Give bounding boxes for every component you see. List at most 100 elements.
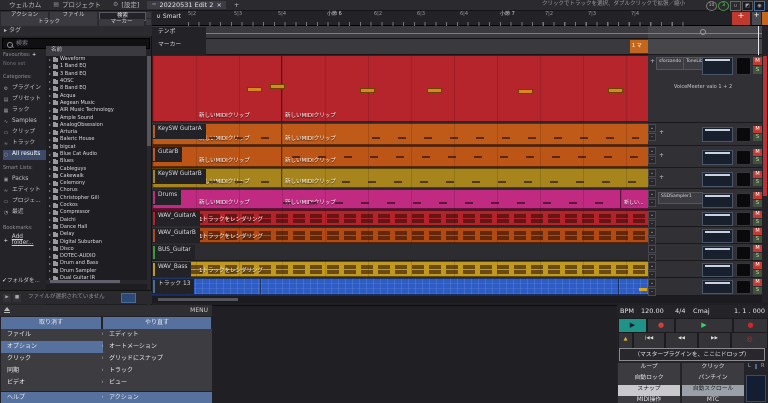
click-button[interactable]: クリック [682,363,744,374]
marker-tool-button[interactable] [762,12,768,25]
list-vscrollbar-thumb[interactable] [147,56,151,146]
volume-fader[interactable] [702,150,733,165]
solo-button[interactable]: S [753,270,762,277]
arrow-icon[interactable]: ▸ [49,72,51,76]
solo-button[interactable]: S [753,66,762,74]
empty-lane[interactable] [152,244,648,261]
track-name[interactable]: WAV_GuitarA [152,211,200,226]
arrow-icon[interactable]: ▸ [49,254,51,259]
list-item[interactable]: ▸ Arturia [46,129,147,136]
volume-fader[interactable] [702,263,733,277]
list-item[interactable]: ▸ Cableguys [46,165,147,172]
smartlist-recent[interactable]: ◔ 最近 [3,208,45,218]
mute-button[interactable]: M [753,126,762,133]
marker-badge[interactable]: 1 マ [630,40,649,53]
solo-button[interactable]: S [753,253,762,260]
list-hscrollbar-thumb[interactable] [50,280,120,283]
arrow-icon[interactable]: ▸ [49,64,51,69]
track-name[interactable]: KeySW GuitarA [152,124,206,139]
mute-button[interactable]: M [753,245,762,252]
tempo-track[interactable]: テンポ [152,26,768,42]
track-name[interactable]: WAV_Bass [152,262,192,277]
track-row[interactable]: 1トラックをレンダリング ▴ • MS WAV_GuitarB [152,227,768,245]
auto-scroll-button[interactable]: 自動スクロール [682,385,744,396]
marker-tab-button[interactable]: マーカー [99,19,144,26]
category-clips[interactable]: ▭ クリップ [3,128,45,138]
arrow-icon[interactable]: ▸ [49,152,51,157]
new-tab-button[interactable]: + [230,1,243,10]
folders-checkbox[interactable]: ✓フォルダを... [2,278,40,285]
position-display[interactable]: 1. 1 . 000 [734,308,765,315]
smartlist-projects[interactable]: ▭ プロジェ... [3,197,45,207]
mute-button[interactable]: M [753,192,762,199]
midi-clip[interactable]: 新しいMIDIクリップ新しいMIDIクリップ [152,189,622,209]
track-mini-buttons[interactable]: ▴ • [648,124,656,142]
arrow-icon[interactable]: ▸ [49,145,51,149]
bpm-value[interactable]: 120.00 [641,308,664,315]
list-item[interactable]: ▸ Chorus [46,187,147,194]
plugin-sforzando[interactable]: sforzando [656,57,686,70]
track-row[interactable]: 1トラックをレンダリング ▴ • MS WAV_Bass [152,261,768,279]
track-row[interactable]: ▴ • MS トラック 13 [152,278,768,296]
preview-stop-button[interactable]: ■ [13,294,21,302]
list-item[interactable]: ▸ Celemony [46,180,147,187]
mute-button[interactable]: M [753,211,762,218]
menu-action[interactable]: アクション▸ [103,392,217,403]
midi-clip[interactable] [260,278,620,295]
mtc-button[interactable]: MTC [682,396,744,403]
volume-fader[interactable] [702,172,733,187]
arrow-icon[interactable]: ▸ [49,123,51,127]
track-row[interactable]: 新しいMIDIクリップ新しいMIDIクリップ 新しい... ▴• SSDSamp… [152,189,768,210]
midi-note[interactable] [360,88,375,93]
resize-icon[interactable]: ◩ [742,1,753,11]
arrow-icon[interactable]: ▸ [49,159,51,164]
timeline-hscrollbar-thumb[interactable] [158,298,238,301]
arrow-icon[interactable]: ▸ [49,269,51,273]
toolbar-mini-button[interactable] [146,12,151,18]
track-name-marker[interactable]: マーカー [152,40,206,55]
list-item[interactable]: ▸ Drum and Bass [46,260,147,267]
toolbar-mini-button[interactable] [146,19,151,25]
arrow-icon[interactable]: ▸ [49,167,51,171]
close-icon[interactable]: × [216,2,221,9]
track-name[interactable]: Drums [152,190,182,205]
mute-button[interactable]: M [753,262,762,269]
track-row[interactable]: ▴ • MS BUS_Guitar [152,244,768,262]
menu-view[interactable]: ビュー▸ [103,377,217,391]
arrow-icon[interactable]: ▸ [49,130,51,135]
track-row[interactable]: 新しいMIDIクリップ 新しいMIDIクリップ + sforzando Tone… [152,55,768,123]
volume-fader[interactable] [702,57,733,75]
add-plugin-button[interactable]: + [659,175,664,181]
track-name[interactable]: GutarB [152,147,183,162]
tab-welcome[interactable]: ウェルカム [5,1,45,10]
audio-clip[interactable]: 1トラックをレンダリング [152,227,650,243]
plugin-ssdsampler[interactable]: SSDSampler1 [658,192,703,204]
timeline-ruler[interactable]: ∪ Smart 5|2 5|3 5|4 小節 6 6|2 6|3 6|4 小節 7 7|2 7|3 7… [152,11,768,26]
arrow-icon[interactable]: ▸ [49,225,51,229]
list-item[interactable]: ▸ Acqua [46,92,147,99]
list-item[interactable]: ▸ Delay [46,231,147,238]
track-row[interactable]: 1トラックをレンダリング ▴ • MS WAV_GuitarA [152,210,768,228]
list-item[interactable]: ▸ Cockos [46,202,147,209]
add-folder-link[interactable]: + Add folder... [3,234,45,246]
category-plugins[interactable]: ⚙ プラグイン [3,84,45,94]
volume-fader[interactable] [702,229,733,243]
list-item[interactable]: ▸ Compressor [46,209,147,216]
add-track-button[interactable]: + [732,12,750,25]
track-name[interactable]: トラック 13 [152,279,195,294]
arrow-icon[interactable]: ▸ [49,101,51,105]
tab-edit[interactable]: ≈20220531 Edit 2 × [147,0,226,10]
add-plugin-button[interactable]: + [659,130,664,136]
solo-button[interactable]: S [753,134,762,141]
solo-button[interactable]: S [753,236,762,243]
auto-lock-button[interactable]: 自動ロック [618,374,680,385]
mute-button[interactable]: M [753,171,762,178]
solo-button[interactable]: S [753,287,762,294]
output-device-label[interactable]: VoiceMeeter vaio 1 + 2 [648,85,758,90]
loop-button[interactable]: ループ [618,363,680,374]
marker-track[interactable]: 1 マ マーカー [152,39,768,55]
track-mini-buttons[interactable]: ▴ • [648,147,656,165]
arrow-icon[interactable]: ▸ [49,137,51,142]
preview-play-button[interactable]: ▶ [3,294,11,302]
arrow-icon[interactable]: ▸ [49,240,51,244]
